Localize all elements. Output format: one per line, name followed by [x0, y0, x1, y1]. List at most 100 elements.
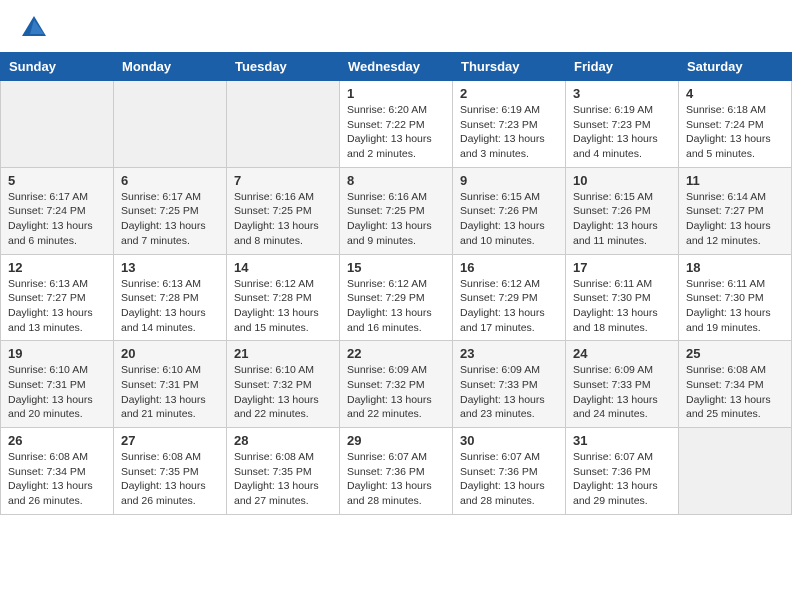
day-content: Sunrise: 6:16 AM Sunset: 7:25 PM Dayligh…	[347, 190, 445, 249]
day-content: Sunrise: 6:10 AM Sunset: 7:31 PM Dayligh…	[121, 363, 219, 422]
day-number: 2	[460, 86, 558, 101]
logo-icon	[20, 14, 48, 42]
day-content: Sunrise: 6:16 AM Sunset: 7:25 PM Dayligh…	[234, 190, 332, 249]
day-number: 21	[234, 346, 332, 361]
calendar-week-row: 5Sunrise: 6:17 AM Sunset: 7:24 PM Daylig…	[1, 167, 792, 254]
calendar-cell: 22 Sunrise: 6:09 AM Sunset: 7:32 PM Dayli…	[340, 341, 453, 428]
day-number: 14	[234, 260, 332, 275]
calendar-week-row: 19 Sunrise: 6:10 AM Sunset: 7:31 PM Dayli…	[1, 341, 792, 428]
day-content: Sunrise: 6:13 AM Sunset: 7:28 PM Dayligh…	[121, 277, 219, 336]
header-thursday: Thursday	[453, 53, 566, 81]
day-content: Sunrise: 6:09 AM Sunset: 7:33 PM Dayligh…	[573, 363, 671, 422]
calendar-cell: 24 Sunrise: 6:09 AM Sunset: 7:33 PM Dayli…	[566, 341, 679, 428]
day-number: 3	[573, 86, 671, 101]
day-number: 19	[8, 346, 106, 361]
day-content: Sunrise: 6:18 AM Sunset: 7:24 PM Dayligh…	[686, 103, 784, 162]
day-content: Sunrise: 6:11 AM Sunset: 7:30 PM Dayligh…	[573, 277, 671, 336]
day-content: Sunrise: 6:15 AM Sunset: 7:26 PM Dayligh…	[573, 190, 671, 249]
calendar-cell: 21 Sunrise: 6:10 AM Sunset: 7:32 PM Dayli…	[227, 341, 340, 428]
day-number: 31	[573, 433, 671, 448]
day-content: Sunrise: 6:07 AM Sunset: 7:36 PM Dayligh…	[573, 450, 671, 509]
day-number: 17	[573, 260, 671, 275]
day-content: Sunrise: 6:20 AM Sunset: 7:22 PM Dayligh…	[347, 103, 445, 162]
day-number: 8	[347, 173, 445, 188]
day-number: 16	[460, 260, 558, 275]
calendar-cell: 5Sunrise: 6:17 AM Sunset: 7:24 PM Daylig…	[1, 167, 114, 254]
day-content: Sunrise: 6:10 AM Sunset: 7:32 PM Dayligh…	[234, 363, 332, 422]
calendar-cell: 25 Sunrise: 6:08 AM Sunset: 7:34 PM Dayli…	[679, 341, 792, 428]
calendar-cell: 18 Sunrise: 6:11 AM Sunset: 7:30 PM Dayli…	[679, 254, 792, 341]
calendar-cell: 8 Sunrise: 6:16 AM Sunset: 7:25 PM Daylig…	[340, 167, 453, 254]
day-content: Sunrise: 6:12 AM Sunset: 7:29 PM Dayligh…	[460, 277, 558, 336]
day-content: Sunrise: 6:14 AM Sunset: 7:27 PM Dayligh…	[686, 190, 784, 249]
day-content: Sunrise: 6:10 AM Sunset: 7:31 PM Dayligh…	[8, 363, 106, 422]
day-number: 4	[686, 86, 784, 101]
day-number: 7	[234, 173, 332, 188]
day-number: 12	[8, 260, 106, 275]
header-monday: Monday	[114, 53, 227, 81]
calendar-cell: 31 Sunrise: 6:07 AM Sunset: 7:36 PM Dayli…	[566, 428, 679, 515]
calendar-cell: 16 Sunrise: 6:12 AM Sunset: 7:29 PM Dayli…	[453, 254, 566, 341]
calendar-cell: 19 Sunrise: 6:10 AM Sunset: 7:31 PM Dayli…	[1, 341, 114, 428]
day-number: 26	[8, 433, 106, 448]
calendar-cell	[1, 81, 114, 168]
day-number: 25	[686, 346, 784, 361]
calendar-cell: 28 Sunrise: 6:08 AM Sunset: 7:35 PM Dayli…	[227, 428, 340, 515]
day-content: Sunrise: 6:08 AM Sunset: 7:34 PM Dayligh…	[686, 363, 784, 422]
calendar-cell: 2Sunrise: 6:19 AM Sunset: 7:23 PM Daylig…	[453, 81, 566, 168]
day-number: 28	[234, 433, 332, 448]
day-content: Sunrise: 6:13 AM Sunset: 7:27 PM Dayligh…	[8, 277, 106, 336]
calendar-cell: 29 Sunrise: 6:07 AM Sunset: 7:36 PM Dayli…	[340, 428, 453, 515]
calendar-cell	[114, 81, 227, 168]
day-number: 30	[460, 433, 558, 448]
calendar-cell: 30 Sunrise: 6:07 AM Sunset: 7:36 PM Dayli…	[453, 428, 566, 515]
header-wednesday: Wednesday	[340, 53, 453, 81]
day-content: Sunrise: 6:12 AM Sunset: 7:28 PM Dayligh…	[234, 277, 332, 336]
day-number: 27	[121, 433, 219, 448]
header-tuesday: Tuesday	[227, 53, 340, 81]
calendar-cell: 7 Sunrise: 6:16 AM Sunset: 7:25 PM Daylig…	[227, 167, 340, 254]
calendar-cell	[679, 428, 792, 515]
calendar-table: SundayMondayTuesdayWednesdayThursdayFrid…	[0, 52, 792, 515]
day-number: 24	[573, 346, 671, 361]
day-content: Sunrise: 6:11 AM Sunset: 7:30 PM Dayligh…	[686, 277, 784, 336]
day-content: Sunrise: 6:08 AM Sunset: 7:34 PM Dayligh…	[8, 450, 106, 509]
calendar-cell: 23 Sunrise: 6:09 AM Sunset: 7:33 PM Dayli…	[453, 341, 566, 428]
calendar-week-row: 26 Sunrise: 6:08 AM Sunset: 7:34 PM Dayli…	[1, 428, 792, 515]
day-number: 23	[460, 346, 558, 361]
day-content: Sunrise: 6:07 AM Sunset: 7:36 PM Dayligh…	[347, 450, 445, 509]
calendar-cell: 4 Sunrise: 6:18 AM Sunset: 7:24 PM Daylig…	[679, 81, 792, 168]
day-number: 22	[347, 346, 445, 361]
day-content: Sunrise: 6:08 AM Sunset: 7:35 PM Dayligh…	[121, 450, 219, 509]
header-sunday: Sunday	[1, 53, 114, 81]
calendar-cell: 13Sunrise: 6:13 AM Sunset: 7:28 PM Dayli…	[114, 254, 227, 341]
calendar-cell: 20Sunrise: 6:10 AM Sunset: 7:31 PM Dayli…	[114, 341, 227, 428]
calendar-cell: 27 Sunrise: 6:08 AM Sunset: 7:35 PM Dayli…	[114, 428, 227, 515]
calendar-cell	[227, 81, 340, 168]
logo	[20, 14, 52, 42]
calendar-cell: 1Sunrise: 6:20 AM Sunset: 7:22 PM Daylig…	[340, 81, 453, 168]
day-number: 10	[573, 173, 671, 188]
day-content: Sunrise: 6:09 AM Sunset: 7:32 PM Dayligh…	[347, 363, 445, 422]
calendar-week-row: 1Sunrise: 6:20 AM Sunset: 7:22 PM Daylig…	[1, 81, 792, 168]
calendar-cell: 11Sunrise: 6:14 AM Sunset: 7:27 PM Dayli…	[679, 167, 792, 254]
day-content: Sunrise: 6:12 AM Sunset: 7:29 PM Dayligh…	[347, 277, 445, 336]
calendar-week-row: 12 Sunrise: 6:13 AM Sunset: 7:27 PM Dayli…	[1, 254, 792, 341]
header-saturday: Saturday	[679, 53, 792, 81]
day-content: Sunrise: 6:15 AM Sunset: 7:26 PM Dayligh…	[460, 190, 558, 249]
calendar-cell: 3Sunrise: 6:19 AM Sunset: 7:23 PM Daylig…	[566, 81, 679, 168]
day-content: Sunrise: 6:07 AM Sunset: 7:36 PM Dayligh…	[460, 450, 558, 509]
calendar-cell: 10 Sunrise: 6:15 AM Sunset: 7:26 PM Dayli…	[566, 167, 679, 254]
day-number: 5	[8, 173, 106, 188]
page-header	[0, 0, 792, 52]
day-number: 18	[686, 260, 784, 275]
calendar-cell: 15Sunrise: 6:12 AM Sunset: 7:29 PM Dayli…	[340, 254, 453, 341]
calendar-cell: 12 Sunrise: 6:13 AM Sunset: 7:27 PM Dayli…	[1, 254, 114, 341]
day-number: 29	[347, 433, 445, 448]
day-content: Sunrise: 6:09 AM Sunset: 7:33 PM Dayligh…	[460, 363, 558, 422]
day-content: Sunrise: 6:08 AM Sunset: 7:35 PM Dayligh…	[234, 450, 332, 509]
day-content: Sunrise: 6:17 AM Sunset: 7:25 PM Dayligh…	[121, 190, 219, 249]
calendar-cell: 26 Sunrise: 6:08 AM Sunset: 7:34 PM Dayli…	[1, 428, 114, 515]
calendar-cell: 14 Sunrise: 6:12 AM Sunset: 7:28 PM Dayli…	[227, 254, 340, 341]
calendar-cell: 6Sunrise: 6:17 AM Sunset: 7:25 PM Daylig…	[114, 167, 227, 254]
